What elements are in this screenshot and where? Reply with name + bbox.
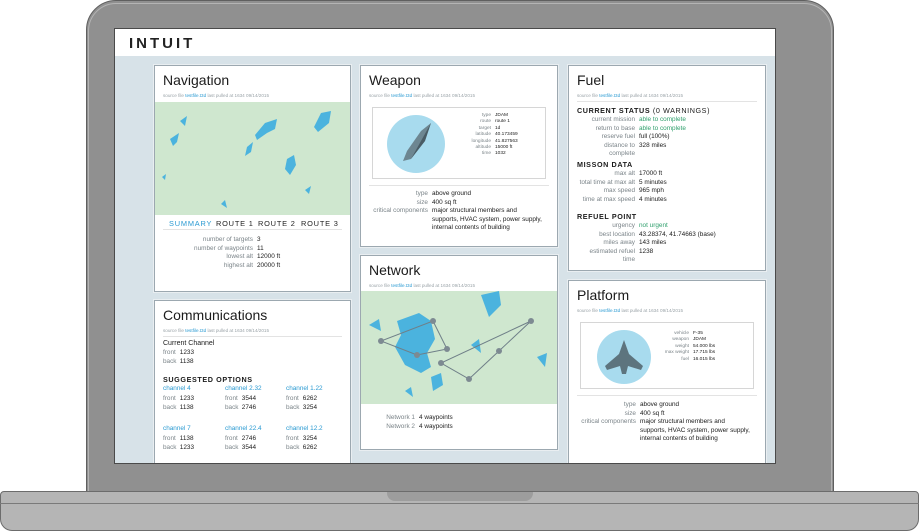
divider (369, 185, 549, 186)
network-card: Network source file testfile.t3d last pu… (360, 255, 558, 450)
mission-data-heading: MISSON DATA (577, 160, 633, 169)
current-channel-heading: Current Channel (163, 340, 215, 347)
communications-card: Communications source file testfile.t3d … (154, 300, 351, 463)
card-title: Navigation (163, 72, 230, 88)
source-line: source file testfile.t3d last pulled at … (369, 93, 476, 98)
map-lakes (162, 111, 331, 208)
refuel-point: urgency not urgent best location 43.28374,… (589, 222, 716, 263)
current-channel-values: front 1233 back 1138 (163, 349, 194, 365)
channel-values: front 3254 back 6262 (286, 435, 317, 451)
weapon-spec-panel: type JDAM route route 1 target 1d latitude 4… (372, 107, 546, 179)
aircraft-icon (597, 330, 651, 384)
weapon-spec-list: type JDAM route route 1 target 1d latitude 4… (471, 113, 518, 157)
divider (163, 336, 342, 337)
suggested-options-heading: SUGGESTED OPTIONS (163, 375, 253, 384)
laptop-mockup: INTUIT Navigation source file testfile.t… (0, 0, 919, 531)
channel-option[interactable]: channel 2.32 (225, 385, 262, 392)
weapon-icon (387, 115, 445, 173)
stat-row: highest alt 20000 ft (223, 261, 281, 269)
channel-values: front 2746 back 3544 (225, 435, 256, 451)
source-line: source file testfile.t3d last pulled at … (577, 308, 684, 313)
stat-row: lowest alt 12000 ft (226, 253, 281, 260)
refuel-point-heading: REFUEL POINT (577, 212, 637, 221)
network-summary: Network 14 waypoints Network 24 waypoint… (386, 414, 453, 430)
navigation-map[interactable] (155, 102, 350, 215)
laptop-hinge-notch (387, 492, 533, 501)
source-file-link[interactable]: testfile.t3d (391, 93, 412, 98)
source-line: source file testfile.t3d last pulled at … (577, 93, 684, 98)
weapon-card: Weapon source file testfile.t3d last pul… (360, 65, 558, 247)
tab-route-1[interactable]: ROUTE 1 (216, 219, 254, 228)
platform-card: Platform source file testfile.t3d last p… (568, 280, 766, 463)
stat-row: number of waypoints 11 (194, 244, 264, 252)
card-title: Communications (163, 307, 268, 323)
source-file-link[interactable]: testfile.t3d (599, 93, 620, 98)
channel-option[interactable]: channel 22.4 (225, 425, 262, 432)
channel-option[interactable]: channel 4 (163, 385, 191, 392)
screen: INTUIT Navigation source file testfile.t… (114, 28, 776, 464)
laptop-base-edge (0, 503, 919, 504)
channel-values: front 1233 back 1138 (163, 395, 194, 411)
navigation-card: Navigation source file testfile.t3d last… (154, 65, 351, 292)
stat-row: number of targets 3 (202, 236, 261, 243)
platform-spec-list: vehicle F-35 weapon JDAM weight 54.000 lbs … (664, 331, 716, 362)
card-title: Platform (577, 287, 630, 303)
channel-option[interactable]: channel 1.22 (286, 385, 323, 392)
channel-option[interactable]: channel 7 (163, 425, 191, 432)
network-graph (369, 291, 547, 397)
divider (577, 395, 757, 396)
platform-info: type above ground size 400 sq ft critical … (581, 401, 750, 442)
card-title: Network (369, 262, 421, 278)
fuel-card: Fuel source file testfile.t3d last pulle… (568, 65, 766, 271)
brand-logo: INTUIT (129, 35, 196, 52)
tab-route-2[interactable]: ROUTE 2 (258, 219, 296, 228)
mission-data: max alt 17000 ft total time at max alt 5 m… (579, 170, 667, 203)
card-title: Fuel (577, 72, 605, 88)
channel-values: front 3544 back 2746 (225, 395, 256, 411)
fuel-status: current mission able to complete return t… (591, 116, 686, 157)
source-line: source file testfile.t3d last pulled at … (369, 283, 476, 288)
map-lakes (369, 291, 547, 397)
source-file-link[interactable]: testfile.t3d (185, 93, 206, 98)
channel-values: front 1138 back 1233 (163, 435, 194, 451)
source-file-link[interactable]: testfile.t3d (599, 308, 620, 313)
header-bar: INTUIT (115, 29, 775, 56)
platform-spec-panel: vehicle F-35 weapon JDAM weight 54.000 lbs … (580, 322, 754, 389)
card-title: Weapon (369, 72, 421, 88)
channel-option[interactable]: channel 12.2 (286, 425, 323, 432)
source-line: source file testfile.t3d last pulled at … (163, 328, 270, 333)
divider (163, 229, 342, 230)
source-file-link[interactable]: testfile.t3d (391, 283, 412, 288)
weapon-info: type above ground size 400 sq ft critical … (373, 190, 542, 231)
channel-values: front 6262 back 3254 (286, 395, 317, 411)
source-line: source file testfile.t3d last pulled at … (163, 93, 270, 98)
divider (577, 101, 757, 102)
current-status-heading: CURRENT STATUS (0 WARNINGS) (577, 106, 711, 115)
navigation-stats: number of targets 3 number of waypoints 11… (173, 236, 280, 270)
warnings-count: (0 WARNINGS) (652, 106, 711, 115)
network-map[interactable] (361, 291, 557, 404)
tab-route-3[interactable]: ROUTE 3 (301, 219, 339, 228)
source-file-link[interactable]: testfile.t3d (185, 328, 206, 333)
